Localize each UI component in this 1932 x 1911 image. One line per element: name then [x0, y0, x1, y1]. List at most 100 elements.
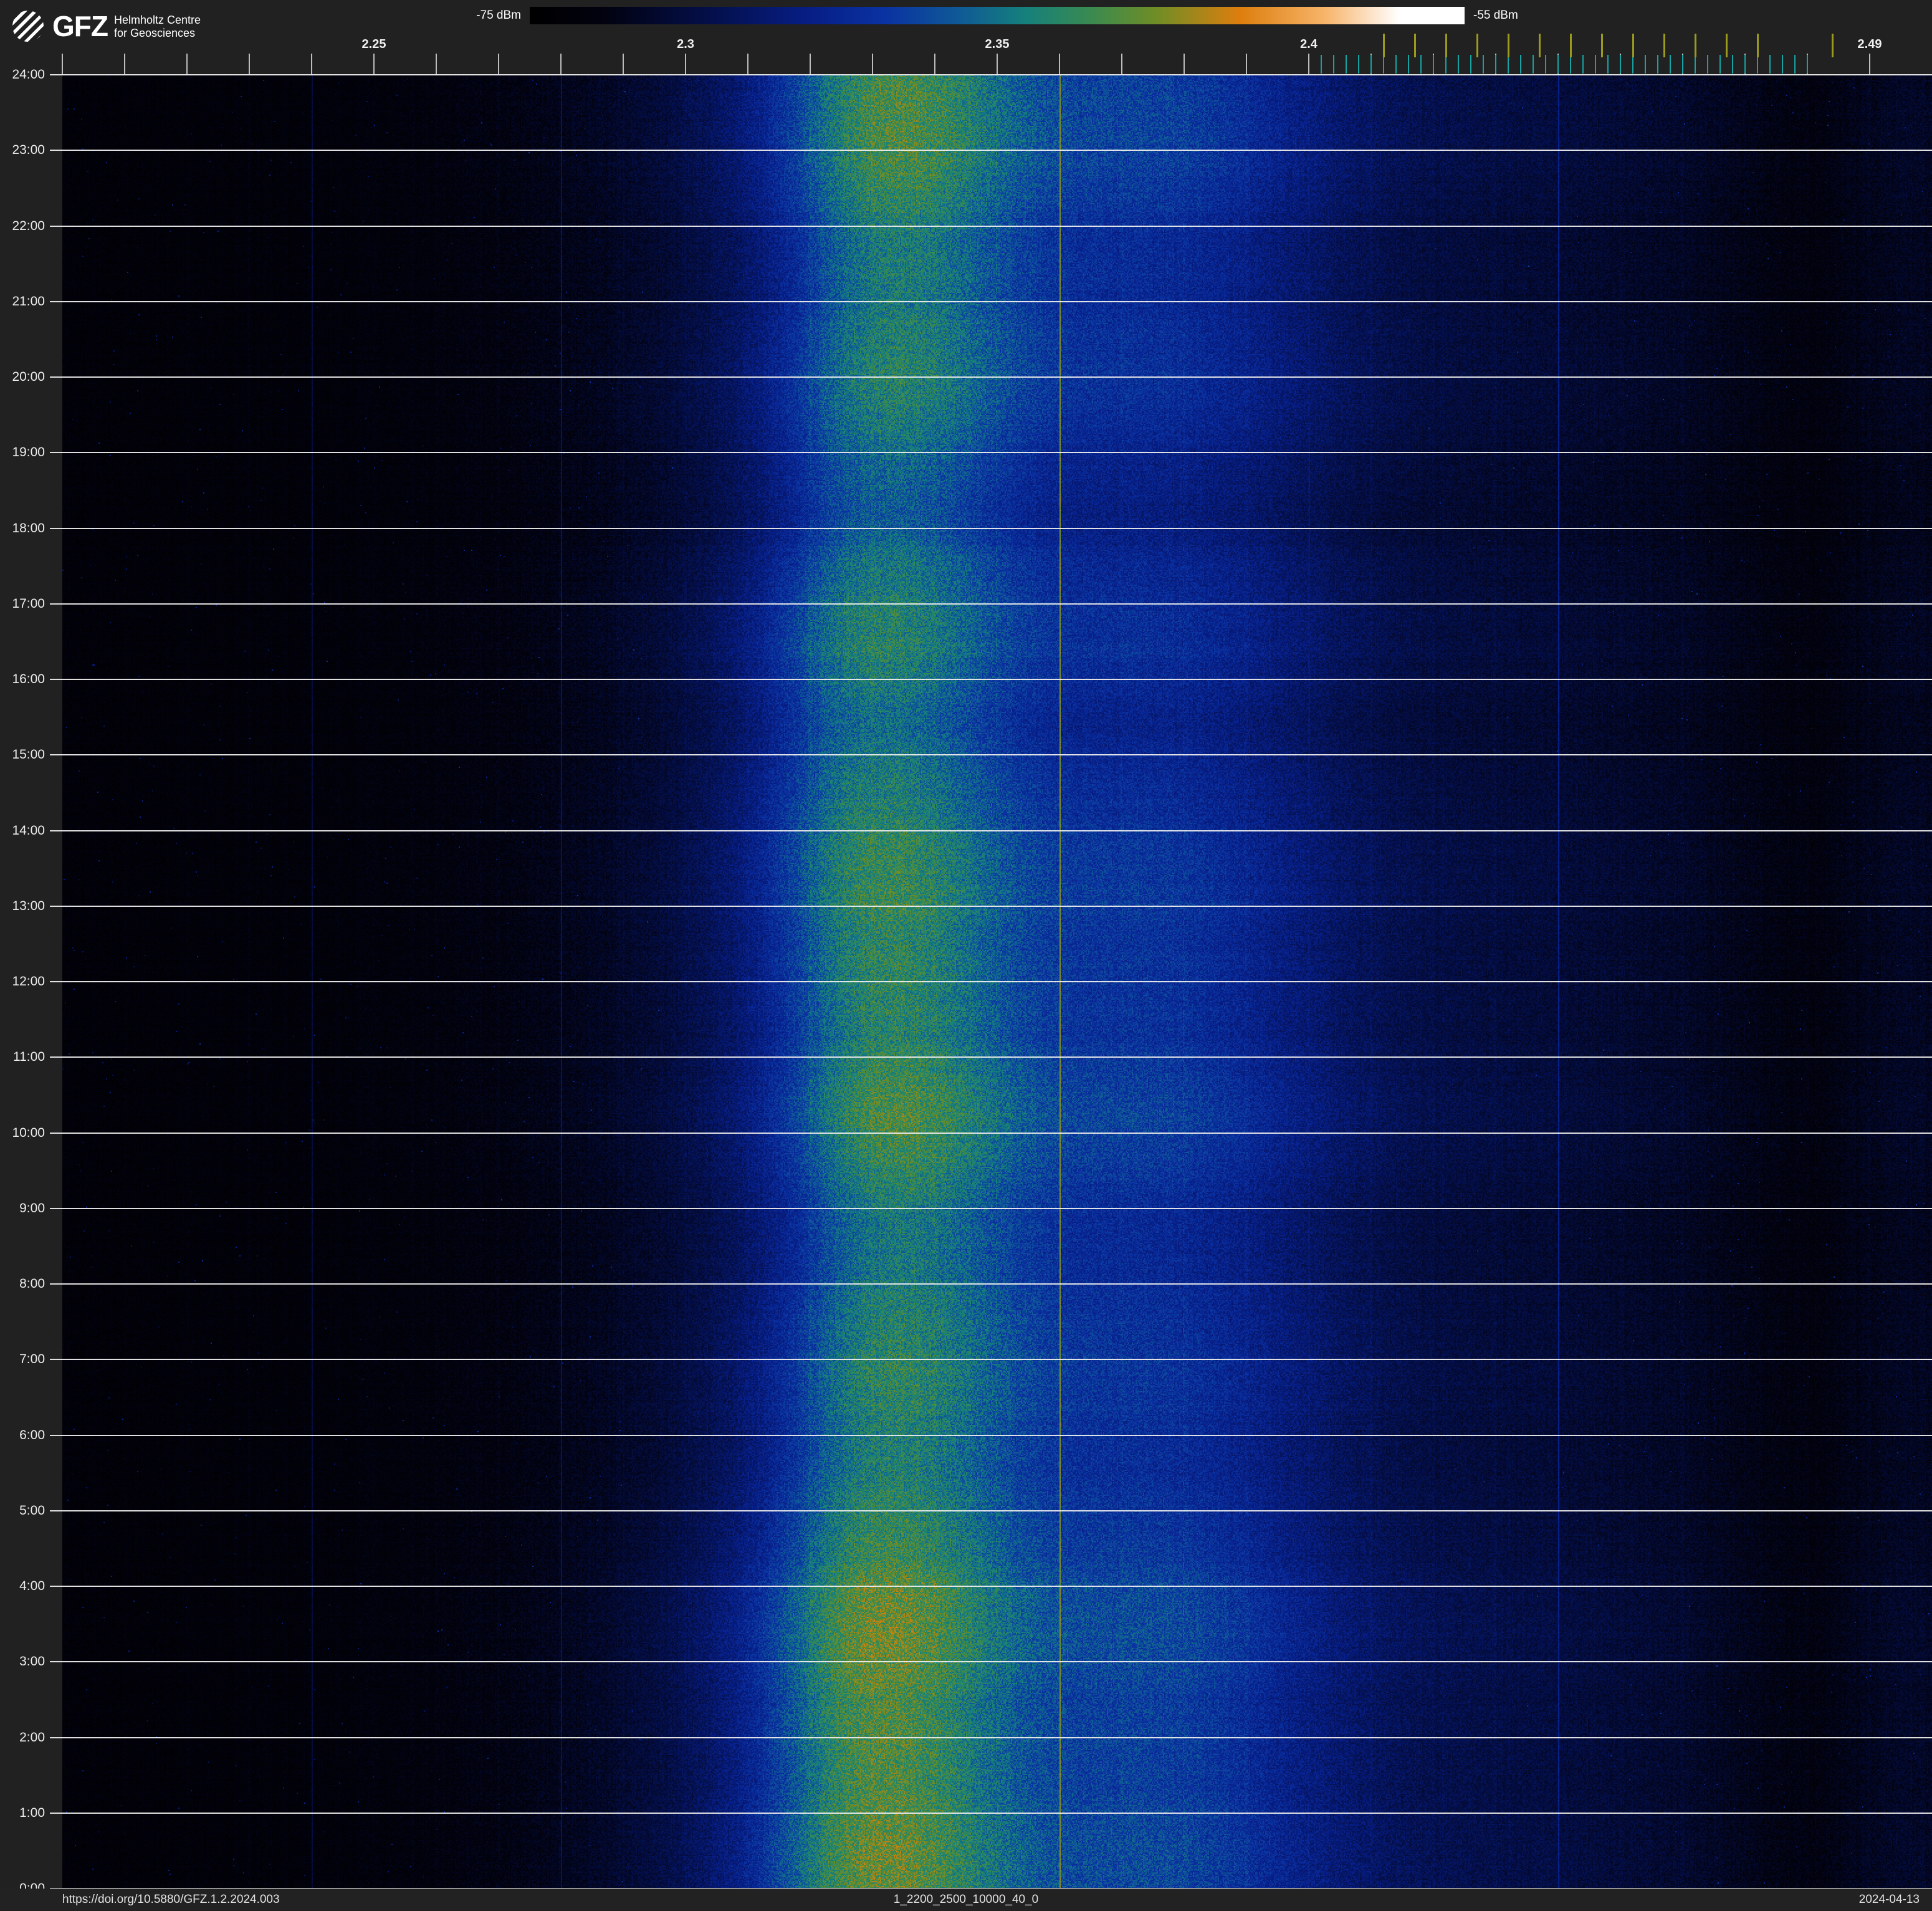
logo-name-line2: for Geosciences: [113, 27, 196, 39]
spectrogram-page: { "header": { "logo": { "icon": "gfz-str…: [0, 0, 1932, 1910]
ble-channel-tick: [1346, 55, 1347, 74]
ble-channel-tick: [1383, 55, 1384, 74]
ble-channel-tick: [1769, 55, 1771, 74]
wifi-channel-tick: [1476, 34, 1478, 57]
time-tick-label: 3:00: [19, 1654, 45, 1669]
frequency-minor-tick: [685, 54, 686, 75]
ble-channel-tick: [1670, 55, 1671, 74]
ble-channel-tick: [1545, 55, 1546, 74]
time-tick-label: 11:00: [13, 1050, 45, 1065]
hour-gridline: [50, 1586, 1932, 1587]
time-tick-label: 19:00: [12, 445, 45, 460]
frequency-minor-tick: [1184, 54, 1185, 75]
time-tick-label: 12:00: [12, 974, 45, 989]
frequency-minor-tick: [249, 54, 250, 75]
hour-gridline: [50, 1434, 1932, 1436]
ble-channel-tick: [1458, 55, 1459, 74]
ble-channel-tick: [1732, 55, 1733, 74]
wifi-channel-tick: [1383, 34, 1385, 57]
wifi-channel-tick: [1663, 34, 1665, 57]
hour-gridline: [50, 1736, 1932, 1738]
frequency-minor-tick: [934, 54, 935, 75]
time-tick-label: 1:00: [19, 1805, 45, 1820]
gfz-striped-globe-icon: [12, 11, 44, 42]
hour-gridline: [50, 1812, 1932, 1814]
frequency-minor-tick: [373, 54, 375, 75]
ble-channel-tick: [1682, 55, 1683, 74]
ble-channel-tick: [1445, 55, 1447, 74]
time-tick-label: 14:00: [12, 823, 45, 838]
ble-channel-tick: [1358, 55, 1359, 74]
frequency-minor-tick: [1869, 54, 1870, 75]
ble-channel-tick: [1533, 55, 1534, 74]
ble-channel-tick: [1657, 55, 1658, 74]
frequency-minor-tick: [1059, 54, 1060, 75]
time-tick-label: 9:00: [19, 1200, 45, 1215]
wifi-channel-tick: [1508, 34, 1509, 57]
logo-name-line1: Helmholtz Centre: [113, 14, 201, 26]
measurement-title: 1_2200_2500_10000_40_0: [893, 1893, 1039, 1906]
hour-gridline: [50, 1132, 1932, 1134]
frequency-minor-tick: [498, 54, 499, 75]
ble-channel-tick: [1794, 55, 1796, 74]
time-tick-label: 24:00: [12, 67, 45, 82]
time-tick-label: 20:00: [12, 370, 45, 384]
wifi-channel-tick: [1757, 34, 1759, 57]
wifi-channel-tick: [1539, 34, 1541, 57]
wifi-channel-tick: [1570, 34, 1572, 57]
ble-channel-tick: [1370, 55, 1372, 74]
time-tick-label: 2:00: [19, 1730, 45, 1745]
frequency-minor-tick: [1121, 54, 1122, 75]
ble-channel-tick: [1495, 55, 1496, 74]
hour-gridline: [50, 1359, 1932, 1361]
hour-gridline: [50, 830, 1932, 831]
hour-gridline: [50, 376, 1932, 378]
time-tick-label: 6:00: [19, 1427, 45, 1442]
ble-channel-tick: [1782, 55, 1783, 74]
ble-channel-tick: [1645, 55, 1646, 74]
colorbar-max-label: -55 dBm: [1473, 9, 1518, 22]
hour-gridline: [50, 603, 1932, 605]
ble-channel-tick: [1807, 55, 1808, 74]
hour-gridline: [50, 300, 1932, 302]
ble-channel-tick: [1470, 55, 1471, 74]
frequency-minor-tick: [62, 54, 63, 75]
ble-channel-tick: [1321, 55, 1322, 74]
hour-gridline: [50, 1661, 1932, 1663]
time-tick-label: 15:00: [12, 747, 45, 762]
ble-channel-tick: [1595, 55, 1596, 74]
hour-gridline: [50, 981, 1932, 982]
hour-gridline: [50, 527, 1932, 529]
ble-channel-tick: [1557, 55, 1559, 74]
wifi-channel-tick: [1601, 34, 1603, 57]
ble-channel-tick: [1632, 55, 1633, 74]
logo-name: Helmholtz Centre for Geosciences: [114, 14, 201, 40]
time-tick-label: 7:00: [19, 1352, 45, 1367]
frequency-minor-tick: [186, 54, 188, 75]
time-tick-label: 4:00: [19, 1579, 45, 1593]
frequency-minor-tick: [1308, 54, 1309, 75]
ble-channel-tick: [1333, 55, 1334, 74]
hour-gridline: [50, 1207, 1932, 1209]
ble-channel-tick: [1757, 55, 1758, 74]
colorbar-min-label: -75 dBm: [476, 9, 521, 22]
wifi-channel-tick: [1695, 34, 1696, 57]
wifi-channel-tick: [1445, 34, 1447, 57]
frequency-minor-tick: [623, 54, 624, 75]
time-tick-label: 18:00: [12, 520, 45, 535]
hour-gridline: [50, 905, 1932, 907]
date-label: 2024-04-13: [1858, 1893, 1920, 1906]
hour-gridline: [50, 1056, 1932, 1058]
frequency-tick-label: 2.35: [985, 37, 1010, 51]
wifi-channel-tick: [1832, 34, 1834, 57]
time-tick-label: 8:00: [19, 1276, 45, 1291]
ble-channel-tick: [1483, 55, 1484, 74]
ble-channel-tick: [1420, 55, 1422, 74]
ble-channel-tick: [1433, 55, 1434, 74]
time-tick-label: 10:00: [12, 1125, 45, 1140]
ble-channel-tick: [1607, 55, 1609, 74]
header-bar: GFZ Helmholtz Centre for Geosciences -75…: [0, 0, 1932, 75]
frequency-tick-label: 2.3: [677, 37, 694, 51]
time-tick-label: 13:00: [12, 898, 45, 913]
logo-acronym: GFZ: [52, 10, 108, 42]
